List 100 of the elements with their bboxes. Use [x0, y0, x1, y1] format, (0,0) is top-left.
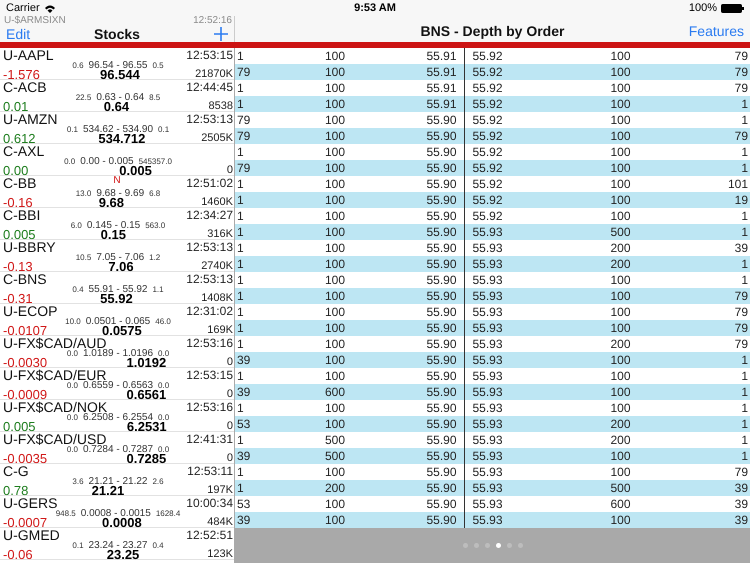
stock-row[interactable]: C-BBI 12:34:27 6.0 0.145 - 0.15 563.0 0.005 0.15 316K [0, 208, 234, 240]
volume: 0 [226, 357, 233, 368]
quote-time: 12:53:11 [187, 464, 233, 477]
stock-row[interactable]: C-AXL 0.0 0.00 - 0.005 545357.0 0.00 0.005 0 [0, 144, 234, 176]
bid-size-cell-text: 100 [324, 464, 346, 480]
stock-row[interactable]: U-AAPL 12:53:15 0.6 96.54 - 96.55 0.5 -1.576 96.544 21870K [0, 48, 234, 80]
bid-orders-cell-text: 1 [236, 304, 245, 320]
ask-price-cell-text: 55.92 [472, 176, 504, 192]
ask-price-cell-text: 55.93 [472, 432, 504, 448]
ask-orders-cell-text: 19 [734, 192, 749, 208]
bid-orders-cell-text: 1 [236, 176, 245, 192]
ask-size: 46.0 [155, 317, 171, 327]
bid-ask-range: 0.145 - 0.15 [86, 221, 140, 231]
bid-size: 6.0 [70, 221, 82, 231]
battery-icon [721, 4, 744, 12]
ask-size: 1.1 [152, 285, 164, 295]
ask-size-cell-text: 100 [609, 304, 632, 320]
price-change: -0.31 [3, 293, 34, 304]
ask-size-cell-text: 100 [609, 384, 632, 400]
status-time: 9:53 AM [354, 2, 396, 14]
ask-size-cell-text: 200 [609, 240, 632, 256]
quote-time: 12:53:13 [186, 272, 233, 285]
bid-ask-range: 0.7284 - 0.7287 [82, 445, 154, 455]
ask-size-cell-text: 100 [609, 64, 632, 80]
bid-size: 0.0 [66, 413, 78, 423]
ask-price-cell-text: 55.93 [472, 224, 504, 240]
stock-row[interactable]: U-ECOP 12:31:02 10.0 0.0501 - 0.065 46.0 -0.0107 0.0575 169K [0, 304, 234, 336]
stock-row[interactable]: C-BB N 12:51:02 13.0 9.68 - 9.69 6.8 -0.16 9.68 1460K [0, 176, 234, 208]
bid-size: 10.0 [65, 317, 81, 327]
bid-orders-cell-text: 1 [236, 272, 245, 288]
edit-button[interactable]: Edit [6, 26, 30, 42]
ask-price-cell-text: 55.92 [472, 192, 504, 208]
bid-price-cell: 55.90 [375, 480, 464, 496]
price-change: -0.0009 [3, 389, 48, 400]
bid-size: 0.4 [72, 285, 84, 295]
ask-size-cell-text: 100 [609, 96, 632, 112]
last-price: 0.0008 [102, 517, 142, 528]
volume: 0 [226, 165, 233, 176]
bid-size-cell-text: 100 [324, 288, 346, 304]
ask-size-cell-text: 100 [609, 144, 632, 160]
bid-orders-cell-text: 39 [236, 352, 252, 368]
ask-size: 1.2 [149, 253, 160, 263]
ask-size-cell-text: 200 [609, 336, 632, 352]
bid-ask-range: 6.2508 - 6.2554 [82, 413, 154, 423]
bid-ask-range: 21.21 - 21.22 [88, 477, 148, 487]
stock-row[interactable]: U-GERS 10:00:34 948.5 0.0008 - 0.0015 1628.4 -0.0007 0.0008 484K [0, 496, 234, 528]
bid-size-cell-text: 100 [324, 416, 346, 432]
ask-orders-cell-text: 79 [734, 80, 749, 96]
bid-orders-cell-text: 1 [236, 208, 245, 224]
bid-orders-cell-text: 1 [236, 96, 245, 112]
quote-time: 12:53:13 [186, 112, 233, 125]
price-change: -0.0030 [3, 357, 48, 368]
ask-orders-cell-text: 79 [734, 288, 749, 304]
wifi-icon [44, 4, 56, 12]
ask-price-cell-text: 55.92 [472, 112, 504, 128]
stock-row[interactable]: U-FX$CAD/USD 12:41:31 0.0 0.7284 - 0.7287 0.0 -0.0035 0.7285 0 [0, 432, 234, 464]
volume: 0 [226, 421, 233, 432]
bid-size-cell-text: 100 [324, 272, 346, 288]
stock-row[interactable]: U-GMED 12:52:51 0.1 23.24 - 23.27 0.4 -0.06 23.25 123K [0, 528, 234, 560]
stock-row[interactable]: C-ACB 12:44:45 22.5 0.63 - 0.64 8.5 0.01 0.64 8538 [0, 80, 234, 112]
bid-orders-cell-text: 1 [236, 480, 245, 496]
bid-price-cell: 55.90 [375, 320, 464, 336]
bid-size-cell-text: 100 [324, 176, 346, 192]
ask-size-cell-text: 100 [609, 368, 632, 384]
battery-percent: 100% [688, 2, 717, 14]
stock-row[interactable]: U-FX$CAD/NOK 12:53:16 0.0 6.2508 - 6.2554 0.0 0.005 6.2531 0 [0, 400, 234, 432]
panel-title: Stocks [94, 26, 140, 42]
ask-price-cell-text: 55.93 [472, 400, 504, 416]
stock-row[interactable]: U-FX$CAD/EUR 12:53:15 0.0 0.6559 - 0.6563 0.0 -0.0009 0.6561 0 [0, 368, 234, 400]
bid-size-cell-text: 500 [324, 448, 346, 464]
bid-ask-range: 7.05 - 7.06 [96, 253, 144, 263]
bid-size: 0.0 [64, 157, 76, 167]
carrier-name: Carrier [6, 2, 40, 14]
stock-row[interactable]: U-BBRY 12:53:13 10.5 7.05 - 7.06 1.2 -0.13 7.06 2740K [0, 240, 234, 272]
bid-price-cell: 55.90 [375, 192, 464, 208]
bid-orders-cell-text: 1 [236, 320, 245, 336]
ask-size-cell-text: 100 [609, 352, 632, 368]
stock-symbol: C-ACB [3, 80, 47, 93]
stock-row[interactable]: C-BNS 12:53:13 0.4 55.91 - 55.92 1.1 -0.31 55.92 1408K [0, 272, 234, 304]
bid-size-cell-text: 100 [324, 96, 346, 112]
bid-orders-cell-text: 1 [236, 288, 245, 304]
ask-orders-cell-text: 1 [740, 144, 749, 160]
ask-size-cell-text: 100 [609, 192, 632, 208]
features-button[interactable]: Features [688, 23, 744, 39]
stock-symbol: U-FX$CAD/USD [3, 432, 106, 445]
news-letter: N [113, 176, 121, 186]
bid-orders-cell-text: 53 [236, 416, 252, 432]
last-price: 0.15 [100, 229, 126, 240]
bid-ask-range: 0.6559 - 0.6563 [82, 381, 154, 391]
stock-row[interactable]: U-AMZN 12:53:13 0.1 534.62 - 534.90 0.1 0.612 534.712 2505K [0, 112, 234, 144]
ask-orders-cell-text: 101 [726, 176, 749, 192]
add-icon[interactable] [214, 26, 228, 40]
stock-row[interactable]: C-G 12:53:11 3.6 21.21 - 21.22 2.6 0.78 21.21 197K [0, 464, 234, 496]
last-price: 7.06 [108, 261, 134, 272]
bid-size: 0.1 [66, 125, 78, 135]
stock-symbol: U-FX$CAD/AUD [3, 336, 106, 349]
page-dot[interactable] [496, 543, 500, 548]
bid-orders-cell-text: 79 [236, 128, 252, 144]
stock-row[interactable]: U-FX$CAD/AUD 12:53:16 0.0 1.0189 - 1.0196 0.0 -0.0030 1.0192 0 [0, 336, 234, 368]
stock-symbol: U-GERS [3, 496, 58, 509]
